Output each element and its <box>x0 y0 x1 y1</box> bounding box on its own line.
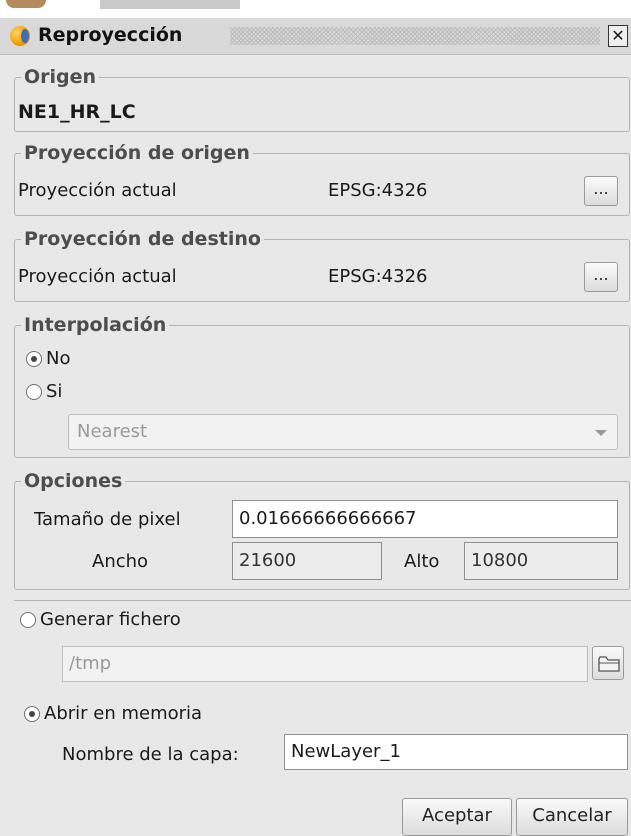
accept-button[interactable]: Aceptar <box>402 798 512 836</box>
width-field: 21600 <box>232 542 382 580</box>
generate-file-label[interactable]: Generar fichero <box>40 609 181 630</box>
height-label: Alto <box>404 551 440 572</box>
interpolation-method-value: Nearest <box>77 421 148 442</box>
source-projection-group: Proyección de origen <box>14 142 630 216</box>
section-divider <box>14 600 631 601</box>
pixel-size-input[interactable]: 0.01666666666667 <box>232 500 618 538</box>
open-in-memory-label[interactable]: Abrir en memoria <box>44 703 202 724</box>
origen-legend: Origen <box>24 66 97 88</box>
interpolation-no-label[interactable]: No <box>46 348 70 369</box>
interpolation-method-select[interactable]: Nearest <box>68 414 618 450</box>
folder-icon <box>598 656 620 672</box>
source-layer-name: NE1_HR_LC <box>18 101 136 123</box>
source-projection-label: Proyección actual <box>18 180 177 201</box>
background-decoration <box>6 0 46 8</box>
title-bar-grip[interactable] <box>230 27 600 45</box>
cancel-button[interactable]: Cancelar <box>516 798 628 836</box>
output-path-input[interactable]: /tmp <box>62 646 588 682</box>
source-projection-legend: Proyección de origen <box>24 142 250 164</box>
target-projection-value: EPSG:4326 <box>328 266 428 287</box>
open-in-memory-radio[interactable] <box>24 706 40 722</box>
title-bar[interactable]: Reproyección ✕ <box>0 18 631 55</box>
target-projection-group: Proyección de destino <box>14 228 630 302</box>
height-field: 10800 <box>464 542 618 580</box>
interpolation-si-label[interactable]: Si <box>46 381 62 402</box>
browse-folder-button[interactable] <box>592 646 624 680</box>
generate-file-radio[interactable] <box>20 612 36 628</box>
source-projection-button[interactable]: ... <box>584 176 618 206</box>
app-icon <box>10 26 30 46</box>
options-legend: Opciones <box>24 470 123 492</box>
layer-name-input[interactable]: NewLayer_1 <box>284 734 628 770</box>
target-projection-label: Proyección actual <box>18 266 177 287</box>
background-strip <box>0 0 631 18</box>
background-decoration <box>100 0 240 9</box>
target-projection-button[interactable]: ... <box>584 262 618 292</box>
source-projection-value: EPSG:4326 <box>328 180 428 201</box>
close-icon[interactable]: ✕ <box>608 25 628 47</box>
interpolation-si-radio[interactable] <box>26 384 42 400</box>
width-label: Ancho <box>92 551 149 572</box>
interpolation-legend: Interpolación <box>24 314 167 336</box>
target-projection-legend: Proyección de destino <box>24 228 261 250</box>
layer-name-label: Nombre de la capa: <box>62 744 239 765</box>
chevron-down-icon <box>595 430 607 436</box>
window-title: Reproyección <box>38 24 183 46</box>
pixel-size-label: Tamaño de pixel <box>34 509 181 530</box>
interpolation-no-radio[interactable] <box>26 351 42 367</box>
